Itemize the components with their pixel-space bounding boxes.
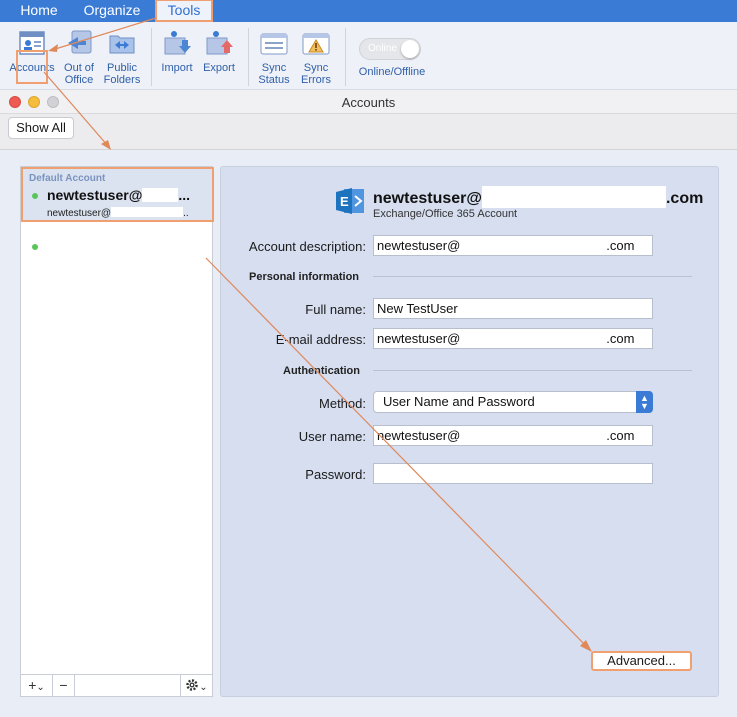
window-toolbar: Show All — [0, 114, 737, 150]
import-icon — [164, 31, 191, 55]
ribbon-separator — [248, 28, 249, 86]
chevron-down-icon: ⌄ — [36, 682, 45, 693]
account-header-title: newtestuser@ .com — [373, 186, 703, 208]
minus-icon: − — [59, 677, 68, 693]
status-dot — [32, 244, 38, 250]
personal-information-heading: Personal information — [249, 271, 360, 283]
redaction-mask — [481, 186, 666, 208]
accounts-highlight — [16, 50, 48, 84]
field-value-suffix: .com — [606, 238, 635, 253]
remove-account-button[interactable]: − — [53, 675, 75, 696]
sync-errors-line2: Errors — [301, 74, 331, 86]
method-select[interactable]: User Name and Password ▲ ▼ — [373, 391, 653, 413]
account-description-field[interactable]: newtestuser@ .com — [373, 235, 653, 256]
sync-status-line1: Sync — [261, 62, 287, 74]
field-value-suffix: .com — [606, 331, 635, 346]
add-account-button[interactable]: +⌄ — [21, 675, 53, 696]
sync-status-icon — [260, 33, 288, 55]
user-name-label: User name: — [298, 429, 366, 444]
method-select-value: User Name and Password — [383, 394, 535, 409]
public-folders-button[interactable]: Public Folders — [101, 28, 143, 86]
account-detail-panel: E newtestuser@ .com Exchange/Office 365 A… — [220, 166, 719, 697]
accounts-window: Accounts Show All Default Account newtes… — [0, 90, 737, 717]
tab-tools[interactable]: Tools — [155, 0, 213, 22]
redaction-mask — [460, 330, 607, 346]
out-of-office-line1: Out of — [64, 62, 94, 74]
sync-status-line2: Status — [258, 74, 290, 86]
export-button[interactable]: Export — [200, 28, 238, 74]
out-of-office-button[interactable]: Out of Office — [60, 28, 98, 86]
field-value-prefix: newtestuser@ — [377, 238, 461, 253]
exchange-icon: E — [336, 188, 364, 214]
ribbon-tab-bar: Home Organize Tools — [0, 0, 737, 22]
export-icon — [206, 31, 233, 55]
account-list: Default Account newtestuser@... newtestu… — [20, 166, 214, 697]
password-field[interactable] — [373, 463, 653, 484]
header-suffix: .com — [665, 190, 704, 207]
toggle-text: Online — [368, 43, 397, 54]
account-type: Exchange/Office 365 Account — [373, 208, 518, 220]
show-all-button[interactable]: Show All — [8, 117, 74, 139]
window-title: Accounts — [341, 95, 396, 110]
advanced-button[interactable]: Advanced... — [591, 651, 692, 671]
account-name-prefix: newtestuser@ — [47, 187, 143, 203]
sync-errors-button[interactable]: Sync Errors — [297, 28, 335, 86]
svg-text:E: E — [340, 194, 349, 209]
out-of-office-line2: Office — [64, 74, 94, 86]
email-address-label: E-mail address: — [275, 332, 366, 347]
ribbon-separator — [151, 28, 152, 86]
field-value-suffix: .com — [606, 428, 635, 443]
toggle-knob — [401, 40, 419, 58]
tab-home[interactable]: Home — [10, 0, 68, 22]
account-list-item-selected[interactable]: Default Account newtestuser@... newtestu… — [21, 167, 214, 222]
section-divider — [373, 276, 692, 277]
password-label: Password: — [305, 467, 366, 482]
import-label: Import — [161, 62, 193, 74]
window-titlebar: Accounts — [0, 90, 737, 114]
import-button[interactable]: Import — [158, 28, 196, 74]
sync-status-button[interactable]: Sync Status — [255, 28, 293, 86]
authentication-heading: Authentication — [283, 365, 360, 377]
redaction-mask — [142, 188, 179, 202]
public-folders-icon — [109, 35, 135, 54]
field-value-prefix: newtestuser@ — [377, 428, 461, 443]
ribbon-separator — [345, 28, 346, 86]
redaction-mask — [460, 427, 607, 443]
full-name-label: Full name: — [305, 302, 366, 317]
account-list-footer: +⌄ − ⌄ — [21, 674, 212, 696]
user-name-field[interactable]: newtestuser@ .com — [373, 425, 653, 446]
account-actions-button[interactable]: ⌄ — [180, 675, 212, 696]
sync-errors-line1: Sync — [303, 62, 329, 74]
chevron-down-icon: ⌄ — [199, 682, 208, 693]
status-dot — [32, 193, 38, 199]
full-name-field[interactable]: New TestUser — [373, 298, 653, 319]
method-label: Method: — [319, 396, 366, 411]
redaction-mask — [460, 237, 607, 253]
email-address-field[interactable]: newtestuser@ .com — [373, 328, 653, 349]
section-divider — [373, 370, 692, 371]
online-offline-label: Online/Offline — [358, 66, 426, 78]
account-email-prefix: newtestuser@ — [47, 208, 112, 219]
account-description-label: Account description: — [248, 239, 366, 254]
header-prefix: newtestuser@ — [373, 190, 482, 207]
account-list-item[interactable] — [21, 229, 212, 265]
account-email: newtestuser@.. — [47, 207, 189, 219]
app-root: Home Organize Tools Accounts Out of Offi… — [0, 0, 737, 717]
gear-icon — [186, 679, 199, 691]
default-account-label: Default Account — [29, 173, 106, 184]
online-offline-toggle[interactable]: Online — [359, 38, 421, 60]
account-name-suffix: ... — [178, 187, 191, 203]
account-email-suffix: .. — [183, 208, 189, 219]
tab-organize[interactable]: Organize — [74, 0, 150, 22]
public-folders-line1: Public — [107, 62, 137, 74]
sync-errors-icon — [302, 33, 330, 55]
field-value-prefix: newtestuser@ — [377, 331, 461, 346]
redaction-mask — [111, 207, 184, 217]
select-arrows-icon: ▲ ▼ — [636, 391, 653, 413]
account-name: newtestuser@... — [47, 187, 190, 203]
export-label: Export — [203, 62, 235, 74]
public-folders-line2: Folders — [103, 74, 141, 86]
out-of-office-icon — [68, 30, 92, 54]
